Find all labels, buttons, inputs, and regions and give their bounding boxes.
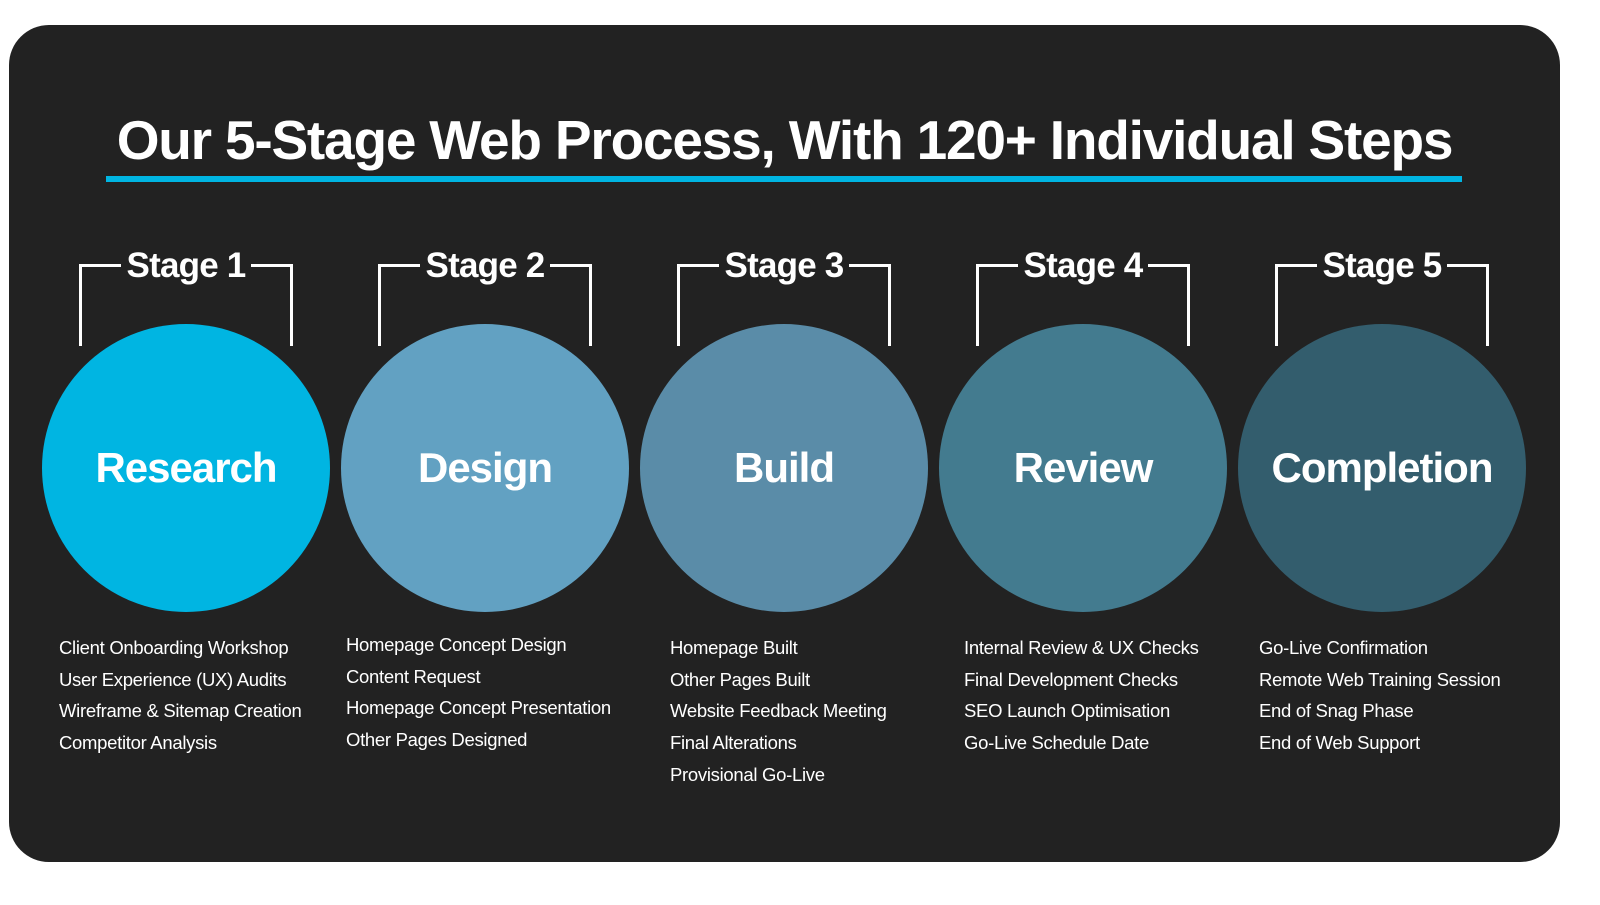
stage-steps-list: Homepage Built Other Pages Built Website…	[670, 632, 887, 791]
step-item: End of Snag Phase	[1259, 700, 1414, 722]
step-item: Homepage Concept Design	[346, 634, 567, 655]
stage-circle: Build	[640, 324, 928, 612]
stage-number-label: Stage 2	[341, 244, 629, 288]
stage-circle: Design	[341, 324, 629, 612]
title-underline	[106, 176, 1462, 182]
step-item: Internal Review & UX Checks	[964, 637, 1199, 658]
step-item: Wireframe & Sitemap Creation	[59, 700, 302, 722]
step-item: Go-Live Schedule Date	[964, 732, 1149, 754]
stage-circle: Completion	[1238, 324, 1526, 612]
stage-name: Research	[95, 444, 277, 491]
stage-build: Stage 3 Build Homepage Built Other Pages…	[640, 230, 940, 810]
step-item: Homepage Concept Presentation	[346, 697, 611, 719]
stage-steps-list: Internal Review & UX Checks Final Develo…	[964, 632, 1199, 759]
stage-name: Build	[734, 444, 835, 491]
step-item: Client Onboarding Workshop	[59, 637, 289, 658]
step-item: Provisional Go-Live	[670, 763, 825, 785]
page-title: Our 5-Stage Web Process, With 120+ Indiv…	[116, 109, 1454, 171]
step-item: Remote Web Training Session	[1259, 668, 1501, 690]
step-item: Homepage Built	[670, 637, 798, 658]
step-item: Content Request	[346, 665, 481, 687]
stage-research: Stage 1 Research Client Onboarding Works…	[42, 230, 342, 810]
step-item: Competitor Analysis	[59, 732, 217, 754]
stage-number-label: Stage 5	[1238, 244, 1526, 288]
step-item: End of Web Support	[1259, 732, 1420, 754]
step-item: Other Pages Designed	[346, 729, 528, 751]
stage-steps-list: Client Onboarding Workshop User Experien…	[59, 632, 302, 759]
step-item: SEO Launch Optimisation	[964, 700, 1170, 722]
stage-steps-list: Go-Live Confirmation Remote Web Training…	[1259, 632, 1501, 759]
stage-name: Design	[417, 444, 553, 491]
step-item: Website Feedback Meeting	[670, 700, 887, 722]
stage-number-label: Stage 3	[640, 244, 928, 288]
step-item: Go-Live Confirmation	[1259, 637, 1428, 658]
stage-number-label: Stage 4	[939, 244, 1227, 288]
stage-completion: Stage 5 Completion Go-Live Confirmation …	[1238, 230, 1538, 810]
stage-number-label: Stage 1	[42, 244, 330, 288]
step-item: Final Alterations	[670, 732, 797, 754]
step-item: Final Development Checks	[964, 668, 1178, 690]
stage-name: Review	[1013, 444, 1154, 491]
stage-design: Stage 2 Design Homepage Concept Design C…	[341, 230, 641, 810]
step-item: Other Pages Built	[670, 668, 810, 690]
stage-circle: Research	[42, 324, 330, 612]
stage-review: Stage 4 Review Internal Review & UX Chec…	[939, 230, 1239, 810]
stage-steps-list: Homepage Concept Design Content Request …	[346, 629, 611, 756]
stage-name: Completion	[1271, 444, 1494, 491]
stage-circle: Review	[939, 324, 1227, 612]
step-item: User Experience (UX) Audits	[59, 668, 287, 690]
